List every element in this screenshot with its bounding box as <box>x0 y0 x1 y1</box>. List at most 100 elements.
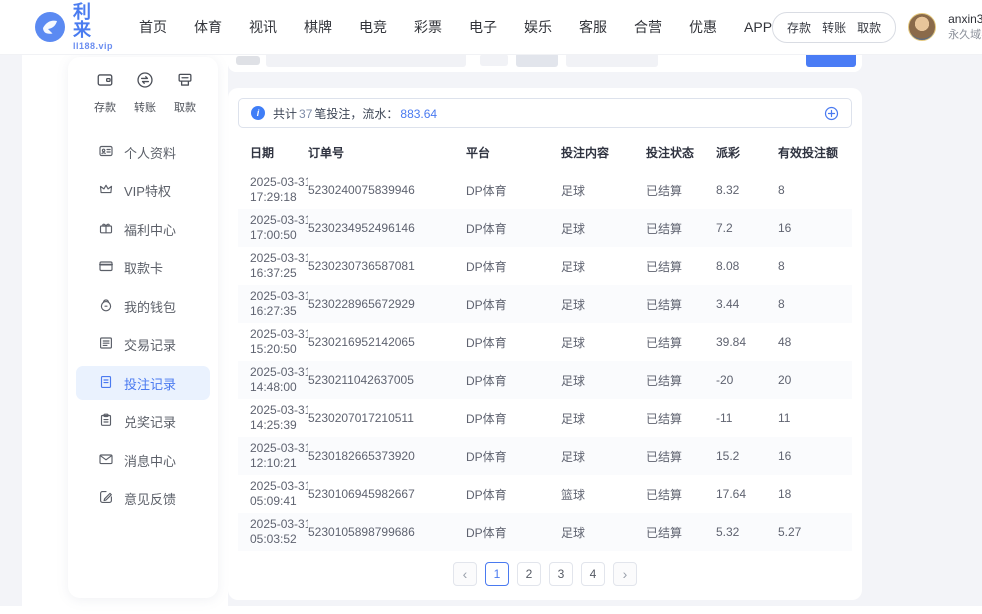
column-header-4: 投注状态 <box>646 134 716 171</box>
cell-date: 2025-03-3117:29:18 <box>238 171 308 209</box>
nav-item-10[interactable]: 优惠 <box>689 17 717 37</box>
page-button-2[interactable]: 2 <box>517 562 541 586</box>
cell-order-no: 5230211042637005 <box>308 361 466 399</box>
filter-label <box>236 56 260 65</box>
cell-status: 已结算 <box>646 323 716 361</box>
deposit-icon <box>96 71 114 94</box>
cell-payout: -11 <box>716 399 778 437</box>
sidebar-item-label: VIP特权 <box>124 181 171 200</box>
withdraw-icon <box>176 71 194 94</box>
sidebar-item-label: 投注记录 <box>124 374 176 393</box>
sidebar-item-8[interactable]: 消息中心 <box>76 443 210 477</box>
filter-select-status[interactable] <box>566 53 658 67</box>
main-nav: 首页 体育 视讯 棋牌 电竞 彩票 电子 娱乐 客服 合营 优惠 APP <box>139 17 772 37</box>
column-header-3: 投注内容 <box>561 134 646 171</box>
next-page-button[interactable]: › <box>613 562 637 586</box>
quick-action-2[interactable]: 取款 <box>174 71 196 115</box>
cell-content: 足球 <box>561 247 646 285</box>
feedback-icon <box>98 489 114 508</box>
logo-icon <box>34 11 66 43</box>
cell-payout: 8.32 <box>716 171 778 209</box>
sidebar-item-label: 兑奖记录 <box>124 412 176 431</box>
page-button-4[interactable]: 4 <box>581 562 605 586</box>
column-header-0: 日期 <box>238 134 308 171</box>
quick-action-label: 转账 <box>134 99 156 115</box>
sidebar: 存款转账 取款 个人资料 VIP特权福利中心取款卡我的钱包交易记录投注记录兑奖记录消… <box>68 57 218 598</box>
sidebar-item-9[interactable]: 意见反馈 <box>76 482 210 516</box>
nav-item-7[interactable]: 娱乐 <box>524 17 552 37</box>
cell-order-no: 5230216952142065 <box>308 323 466 361</box>
cell-platform: DP体育 <box>466 399 561 437</box>
sidebar-item-4[interactable]: 我的钱包 <box>76 289 210 323</box>
nav-item-9[interactable]: 合营 <box>634 17 662 37</box>
site-logo[interactable]: 利来 ll188.vip <box>34 3 113 51</box>
quick-action-0[interactable]: 存款 <box>94 71 116 115</box>
cell-platform: DP体育 <box>466 513 561 551</box>
expand-plus-icon[interactable] <box>824 106 839 121</box>
cell-order-no: 5230105898799686 <box>308 513 466 551</box>
nav-item-0[interactable]: 首页 <box>139 17 167 37</box>
cell-content: 足球 <box>561 323 646 361</box>
cell-valid-amount: 8 <box>778 171 852 209</box>
info-icon: i <box>251 106 265 120</box>
page-button-1[interactable]: 1 <box>485 562 509 586</box>
cell-valid-amount: 16 <box>778 209 852 247</box>
cell-date: 2025-03-3116:37:25 <box>238 247 308 285</box>
nav-item-1[interactable]: 体育 <box>194 17 222 37</box>
cell-valid-amount: 20 <box>778 361 852 399</box>
sidebar-item-1[interactable]: VIP特权 <box>76 174 210 208</box>
prev-page-button[interactable]: ‹ <box>453 562 477 586</box>
cell-date: 2025-03-3112:10:21 <box>238 437 308 475</box>
cell-date: 2025-03-3115:20:50 <box>238 323 308 361</box>
nav-item-6[interactable]: 电子 <box>469 17 497 37</box>
column-header-5: 派彩 <box>716 134 778 171</box>
cell-order-no: 5230207017210511 <box>308 399 466 437</box>
wallet-pill-item-0[interactable]: 存款 <box>787 19 811 36</box>
nav-item-11[interactable]: APP <box>744 19 772 35</box>
cell-platform: DP体育 <box>466 171 561 209</box>
cell-order-no: 5230182665373920 <box>308 437 466 475</box>
nav-item-3[interactable]: 棋牌 <box>304 17 332 37</box>
logo-title: 利来 <box>73 3 113 39</box>
cell-valid-amount: 48 <box>778 323 852 361</box>
sidebar-item-7[interactable]: 兑奖记录 <box>76 405 210 439</box>
cell-payout: 39.84 <box>716 323 778 361</box>
page-button-3[interactable]: 3 <box>549 562 573 586</box>
cell-content: 足球 <box>561 513 646 551</box>
sidebar-item-6[interactable]: 投注记录 <box>76 366 210 400</box>
cell-payout: 3.44 <box>716 285 778 323</box>
cell-date: 2025-03-3114:48:00 <box>238 361 308 399</box>
avatar[interactable] <box>908 13 936 41</box>
cell-order-no: 5230106945982667 <box>308 475 466 513</box>
filter-select-platform[interactable] <box>516 53 558 67</box>
wallet-pill-item-1[interactable]: 转账 <box>822 19 846 36</box>
summary-bar: i 共计37笔投注，流水：883.64 <box>238 98 852 128</box>
sidebar-item-0[interactable]: 个人资料 <box>76 135 210 169</box>
filter-option[interactable] <box>480 54 508 66</box>
table-header-row: 日期订单号平台投注内容投注状态派彩有效投注额 <box>238 134 852 171</box>
wallet-pill-item-2[interactable]: 取款 <box>857 19 881 36</box>
sidebar-menu: 个人资料 VIP特权福利中心取款卡我的钱包交易记录投注记录兑奖记录消息中心意见反馈 <box>68 129 218 516</box>
cell-status: 已结算 <box>646 285 716 323</box>
table-row: 2025-03-3105:09:415230106945982667DP体育篮球… <box>238 475 852 513</box>
bet-records-panel: i 共计37笔投注，流水：883.64 日期订单号平台投注内容投注状态派彩有效投… <box>228 88 862 600</box>
sidebar-item-3[interactable]: 取款卡 <box>76 251 210 285</box>
cell-valid-amount: 16 <box>778 437 852 475</box>
username: anxin3399 <box>948 12 982 26</box>
footer-strip <box>0 606 982 614</box>
wallet-icon <box>98 297 114 316</box>
transactions-icon <box>98 335 114 354</box>
cell-valid-amount: 5.27 <box>778 513 852 551</box>
cell-platform: DP体育 <box>466 247 561 285</box>
sidebar-item-2[interactable]: 福利中心 <box>76 212 210 246</box>
nav-item-8[interactable]: 客服 <box>579 17 607 37</box>
cell-date: 2025-03-3105:09:41 <box>238 475 308 513</box>
nav-item-2[interactable]: 视讯 <box>249 17 277 37</box>
table-row: 2025-03-3117:29:185230240075839946DP体育足球… <box>238 171 852 209</box>
sidebar-item-5[interactable]: 交易记录 <box>76 328 210 362</box>
nav-item-4[interactable]: 电竞 <box>359 17 387 37</box>
cell-valid-amount: 8 <box>778 285 852 323</box>
nav-item-5[interactable]: 彩票 <box>414 17 442 37</box>
cell-status: 已结算 <box>646 399 716 437</box>
quick-action-1[interactable]: 转账 <box>134 71 156 115</box>
